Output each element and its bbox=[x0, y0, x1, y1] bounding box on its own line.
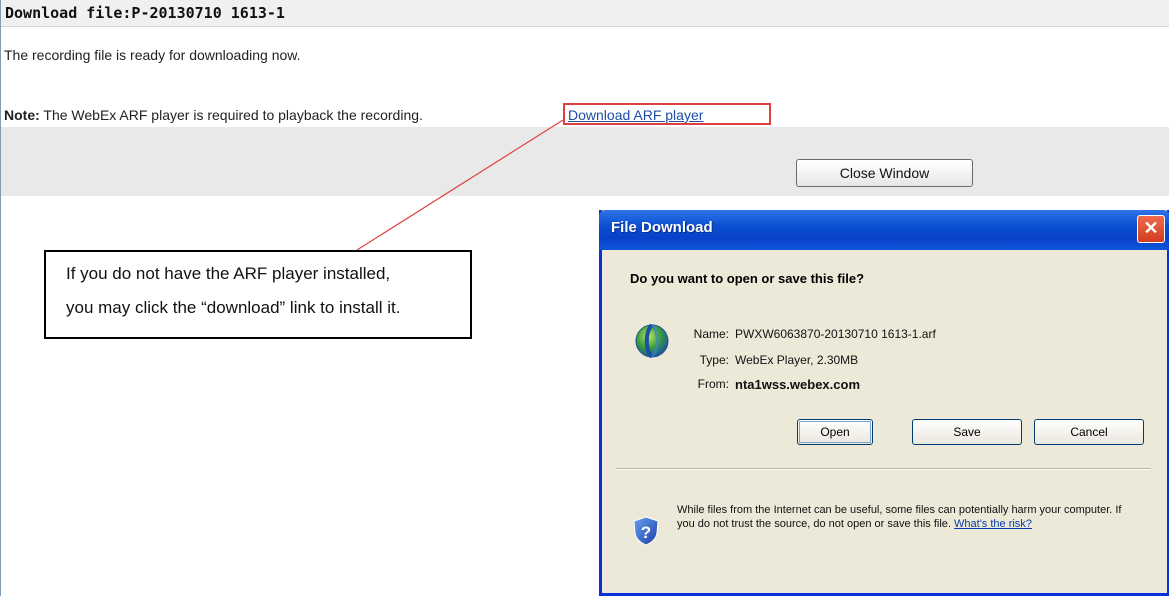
dialog-separator bbox=[616, 468, 1151, 470]
download-arf-player-link[interactable]: Download ARF player bbox=[568, 107, 703, 123]
whats-the-risk-link[interactable]: What's the risk? bbox=[954, 518, 1032, 530]
name-label: Name: bbox=[693, 327, 729, 341]
cancel-button[interactable]: Cancel bbox=[1034, 419, 1144, 445]
note-text: The WebEx ARF player is required to play… bbox=[39, 107, 423, 123]
open-button[interactable]: Open bbox=[797, 419, 873, 445]
note-label: Note: bbox=[4, 107, 40, 123]
security-warning: While files from the Internet can be use… bbox=[677, 503, 1142, 531]
close-window-button[interactable]: Close Window bbox=[796, 159, 973, 187]
callout-line-2: you may click the “download” link to ins… bbox=[66, 298, 401, 317]
from-label: From: bbox=[697, 377, 729, 391]
dialog-close-icon[interactable]: ✕ bbox=[1137, 215, 1165, 243]
warning-text: While files from the Internet can be use… bbox=[677, 504, 1122, 530]
name-value: PWXW6063870-20130710 1613-1.arf bbox=[735, 327, 936, 341]
type-value: WebEx Player, 2.30MB bbox=[735, 353, 859, 367]
shield-question-icon: ? bbox=[633, 516, 659, 546]
page-title: Download file:P-20130710 1613-1 bbox=[5, 4, 285, 22]
svg-text:?: ? bbox=[641, 523, 651, 542]
callout-box: If you do not have the ARF player instal… bbox=[44, 250, 472, 339]
file-download-dialog: File Download ✕ Do you want to open or s… bbox=[599, 210, 1169, 596]
page-title-bar: Download file:P-20130710 1613-1 bbox=[1, 0, 1169, 27]
button-band bbox=[1, 127, 1169, 196]
ready-message: The recording file is ready for download… bbox=[4, 47, 301, 63]
webex-download-page: Download file:P-20130710 1613-1 The reco… bbox=[0, 0, 1169, 596]
dialog-title: File Download bbox=[611, 219, 713, 236]
note-line: Note: The WebEx ARF player is required t… bbox=[4, 107, 423, 123]
callout-line-1: If you do not have the ARF player instal… bbox=[66, 264, 391, 283]
arf-link-highlight: Download ARF player bbox=[563, 103, 771, 125]
from-value: nta1wss.webex.com bbox=[735, 377, 860, 392]
type-label: Type: bbox=[699, 353, 729, 367]
save-button[interactable]: Save bbox=[912, 419, 1022, 445]
dialog-title-bar[interactable]: File Download ✕ bbox=[599, 210, 1169, 250]
dialog-question: Do you want to open or save this file? bbox=[630, 271, 865, 286]
